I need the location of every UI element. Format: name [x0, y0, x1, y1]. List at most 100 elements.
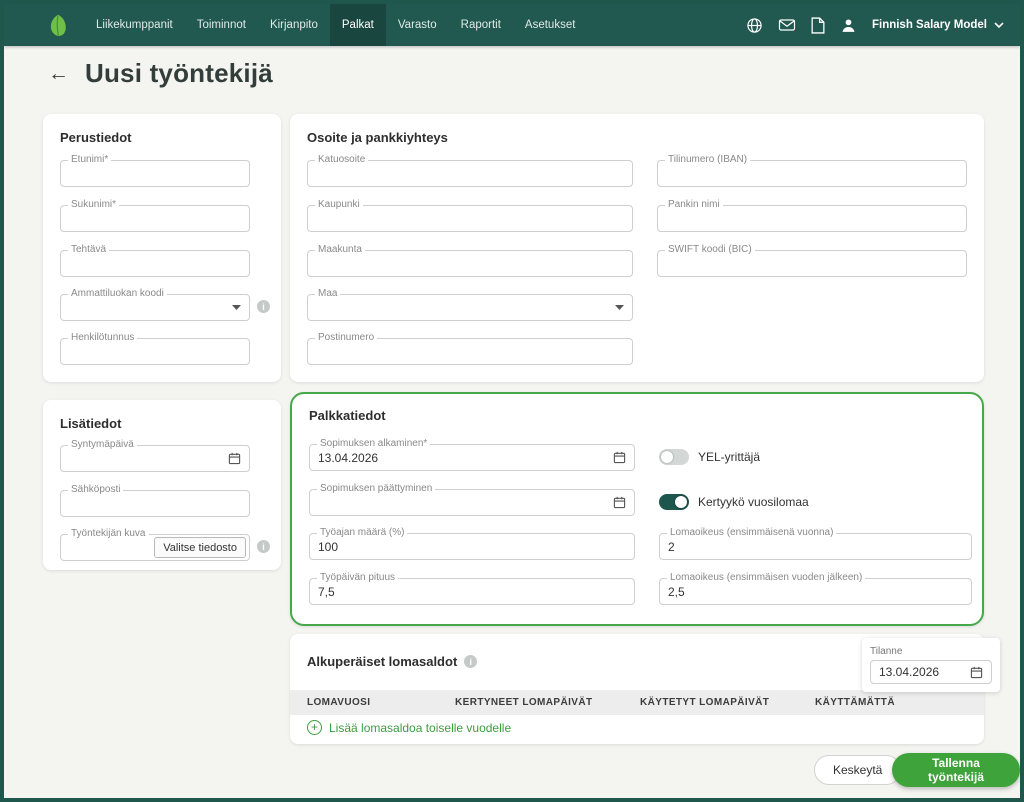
add-link-label: Lisää lomasaldoa toiselle vuodelle	[329, 721, 511, 735]
toggle-label: Kertyykö vuosilomaa	[698, 495, 809, 509]
app-logo-leaf-icon[interactable]	[48, 13, 68, 38]
ammattiluokan-koodi-select[interactable]	[69, 301, 226, 315]
field-sahkoposti: Sähköposti	[60, 490, 250, 517]
cancel-button[interactable]: Keskeytä	[814, 755, 901, 785]
add-vacation-balance-link[interactable]: Lisää lomasaldoa toiselle vuodelle	[307, 720, 511, 735]
field-label: Lomaoikeus (ensimmäisen vuoden jälkeen)	[667, 572, 865, 583]
field-maakunta: Maakunta	[307, 250, 633, 277]
field-tyontekijan-kuva: Työntekijän kuva Valitse tiedosto	[60, 534, 250, 561]
chevron-down-icon	[994, 22, 1004, 28]
tilinumero-input[interactable]	[666, 167, 958, 181]
nav-item-varasto[interactable]: Varasto	[386, 4, 449, 46]
chevron-down-icon	[615, 305, 624, 310]
tilanne-panel: Tilanne	[862, 638, 1000, 692]
maakunta-input[interactable]	[316, 257, 624, 271]
syntymapaiva-input[interactable]	[69, 452, 222, 466]
page-header: Uusi työntekijä	[48, 58, 273, 89]
chevron-down-icon	[232, 305, 241, 310]
field-sopimuksen-paattyminen: Sopimuksen päättyminen	[309, 489, 635, 516]
henkilotunnus-input[interactable]	[69, 345, 241, 359]
tyontekijan-kuva-input[interactable]	[69, 541, 154, 555]
calendar-icon[interactable]	[613, 496, 626, 509]
field-ammattiluokan-koodi: Ammattiluokan koodi	[60, 294, 250, 321]
card-lisatiedot: Lisätiedot Syntymäpäivä Sähköposti Työnt…	[43, 400, 281, 570]
salary-model-label: Finnish Salary Model	[872, 19, 987, 31]
lomasaldot-title-row: Alkuperäiset lomasaldot	[307, 654, 477, 669]
card-title: Alkuperäiset lomasaldot	[307, 654, 457, 669]
mail-icon[interactable]	[778, 18, 796, 32]
field-label: Tilanne	[870, 646, 992, 657]
kaupunki-input[interactable]	[316, 212, 624, 226]
pankin-nimi-input[interactable]	[666, 212, 958, 226]
field-tehtava: Tehtävä	[60, 250, 250, 277]
field-maa: Maa	[307, 294, 633, 321]
field-etunimi: Etunimi*	[60, 160, 250, 187]
info-icon[interactable]	[257, 540, 270, 553]
field-label: Työajan määrä (%)	[317, 527, 407, 538]
nav-item-asetukset[interactable]: Asetukset	[513, 4, 588, 46]
top-nav: Liikekumppanit Toiminnot Kirjanpito Palk…	[4, 4, 1020, 46]
kertyyko-vuosilomaa-toggle[interactable]	[659, 494, 689, 510]
field-label: Kaupunki	[315, 199, 363, 210]
nav-item-liikekumppanit[interactable]: Liikekumppanit	[84, 4, 185, 46]
sopimuksen-alkaminen-input[interactable]	[318, 451, 607, 465]
calendar-icon[interactable]	[970, 666, 983, 679]
katuosoite-input[interactable]	[316, 167, 624, 181]
tehtava-input[interactable]	[69, 257, 241, 271]
info-icon[interactable]	[464, 655, 477, 668]
maa-select[interactable]	[316, 301, 609, 315]
choose-file-button[interactable]: Valitse tiedosto	[154, 537, 246, 558]
toggle-label: YEL-yrittäjä	[698, 450, 760, 464]
nav-right-cluster: Finnish Salary Model	[746, 17, 1020, 34]
field-label: Etunimi*	[68, 154, 111, 165]
nav-item-palkat[interactable]: Palkat	[330, 4, 386, 46]
nav-item-kirjanpito[interactable]: Kirjanpito	[258, 4, 330, 46]
info-icon[interactable]	[257, 300, 270, 313]
field-label: Maa	[315, 288, 340, 299]
tilanne-date-input[interactable]	[879, 665, 964, 679]
user-icon[interactable]	[840, 17, 857, 34]
postinumero-input[interactable]	[316, 345, 624, 359]
sopimuksen-paattyminen-input[interactable]	[318, 496, 607, 510]
field-pankin-nimi: Pankin nimi	[657, 205, 967, 232]
field-label: Sähköposti	[68, 484, 123, 495]
calendar-icon[interactable]	[228, 452, 241, 465]
back-button[interactable]	[48, 63, 69, 84]
sukunimi-input[interactable]	[69, 212, 241, 226]
field-kaupunki: Kaupunki	[307, 205, 633, 232]
field-lomaoikeus-jalkeen: Lomaoikeus (ensimmäisen vuoden jälkeen)	[659, 578, 972, 605]
globe-icon[interactable]	[746, 17, 763, 34]
field-lomaoikeus-ensimmainen-vuosi: Lomaoikeus (ensimmäisenä vuonna)	[659, 533, 972, 560]
table-header-lomavuosi: LOMAVUOSI	[307, 697, 455, 708]
tyoajan-maara-input[interactable]	[318, 540, 626, 554]
swift-koodi-input[interactable]	[666, 257, 958, 271]
page-title: Uusi työntekijä	[85, 58, 273, 89]
field-tyoajan-maara: Työajan määrä (%)	[309, 533, 635, 560]
sahkoposti-input[interactable]	[69, 497, 241, 511]
field-label: Lomaoikeus (ensimmäisenä vuonna)	[667, 527, 836, 538]
field-label: Työpäivän pituus	[317, 572, 398, 583]
card-palkkatiedot: Palkkatiedot Sopimuksen alkaminen* Sopim…	[290, 392, 984, 626]
salary-model-selector[interactable]: Finnish Salary Model	[872, 19, 1004, 31]
field-henkilotunnus: Henkilötunnus	[60, 338, 250, 365]
field-tilinumero: Tilinumero (IBAN)	[657, 160, 967, 187]
field-label: Tilinumero (IBAN)	[665, 154, 750, 165]
nav-item-toiminnot[interactable]: Toiminnot	[185, 4, 258, 46]
field-katuosoite: Katuosoite	[307, 160, 633, 187]
yel-toggle[interactable]	[659, 449, 689, 465]
field-sopimuksen-alkaminen: Sopimuksen alkaminen*	[309, 444, 635, 471]
card-title: Palkkatiedot	[292, 394, 982, 423]
save-employee-button[interactable]: Tallenna työntekijä	[892, 753, 1020, 787]
field-label: Tehtävä	[68, 244, 109, 255]
lomaoikeus2-input[interactable]	[668, 585, 963, 599]
card-title: Osoite ja pankkiyhteys	[290, 114, 984, 145]
tyopaivan-pituus-input[interactable]	[318, 585, 626, 599]
nav-item-raportit[interactable]: Raportit	[449, 4, 513, 46]
document-icon[interactable]	[811, 17, 825, 34]
plus-circle-icon	[307, 720, 322, 735]
calendar-icon[interactable]	[613, 451, 626, 464]
etunimi-input[interactable]	[69, 167, 241, 181]
lomaoikeus1-input[interactable]	[668, 540, 963, 554]
table-header-kayttamatta: KÄYTTÄMÄTTÄ	[815, 697, 895, 708]
card-perustiedot: Perustiedot Etunimi* Sukunimi* Tehtävä A…	[43, 114, 281, 382]
